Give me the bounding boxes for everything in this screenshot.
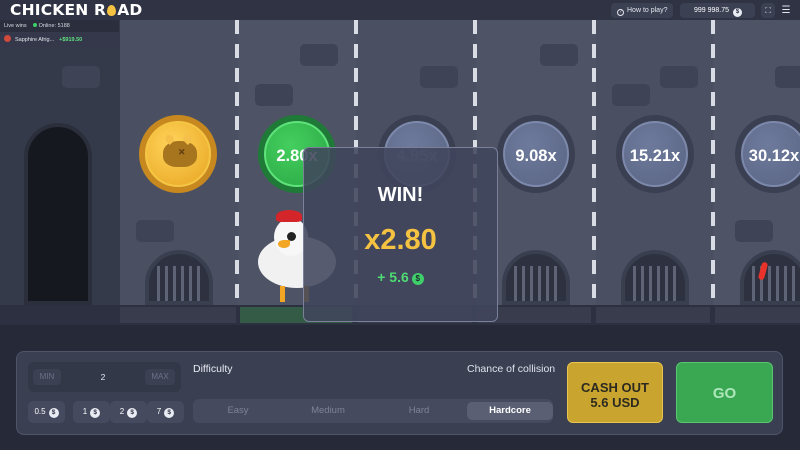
- top-bar: CHICKEN R AD ? How to play? 999 998.75 $ ⛶ …: [0, 0, 800, 20]
- live-win-entry[interactable]: Sapphire Afrig... +$919.50: [0, 33, 119, 47]
- wall-brick: [136, 220, 174, 242]
- avatar: [4, 35, 11, 42]
- wall-brick: [300, 44, 338, 66]
- start-building: [0, 20, 120, 325]
- win-amount: +$919.50: [59, 37, 83, 43]
- balance-display: 999 998.75 $: [680, 3, 755, 18]
- lane-divider: [711, 20, 715, 310]
- how-to-play-button[interactable]: ? How to play?: [611, 3, 673, 18]
- online-count: Online: 5188: [38, 23, 70, 29]
- menu-icon[interactable]: ☰: [779, 3, 793, 18]
- curb-tile: [596, 307, 710, 323]
- curb-tile: [715, 307, 800, 323]
- game-root: ✕ 2.80x 4.95x 9.08x 15.21x 30.12x: [0, 0, 800, 450]
- cash-out-button[interactable]: CASH OUT 5.6 USD: [567, 362, 663, 423]
- lane-divider: [592, 20, 596, 310]
- wall-brick: [540, 44, 578, 66]
- building-brick: [62, 66, 100, 88]
- egg-icon: [107, 5, 117, 16]
- bet-chip[interactable]: 1 $: [73, 401, 110, 423]
- difficulty-hardcore[interactable]: Hardcore: [467, 402, 553, 420]
- dollar-icon: $: [411, 273, 424, 285]
- difficulty-easy[interactable]: Easy: [195, 402, 281, 420]
- difficulty-medium[interactable]: Medium: [285, 402, 371, 420]
- coin-multiplier: 9.08x: [503, 121, 569, 187]
- player-name: Sapphire Afrig...: [15, 37, 55, 43]
- live-wins-bar: Live wins Online: 5188: [0, 20, 119, 32]
- start-doorway: [24, 123, 92, 305]
- wall-brick: [735, 220, 773, 242]
- lane-coin: 15.21x: [616, 115, 694, 193]
- wall-brick: [420, 66, 458, 88]
- dollar-icon: $: [164, 408, 175, 418]
- lane-coin-lost: ✕: [139, 115, 217, 193]
- win-popup: WIN! x2.80 + 5.6 $: [303, 147, 498, 322]
- wall-brick: [660, 66, 698, 88]
- bet-chip[interactable]: 0.5 $: [28, 401, 65, 423]
- win-payout: + 5.6 $: [304, 269, 497, 285]
- game-logo: CHICKEN R AD: [10, 1, 143, 19]
- coin-multiplier: 15.21x: [622, 121, 688, 187]
- coin-multiplier: 30.12x: [741, 121, 800, 187]
- dollar-icon: $: [127, 408, 138, 418]
- lane-divider: [235, 20, 239, 310]
- dead-chicken-icon: ✕: [163, 141, 197, 167]
- wall-brick: [255, 84, 293, 106]
- wall-brick: [612, 84, 650, 106]
- bet-amount-input[interactable]: 2: [78, 369, 128, 385]
- collision-chance-label: Chance of collision: [467, 363, 556, 375]
- online-dot-icon: [32, 23, 37, 27]
- lane-coin: 9.08x: [497, 115, 575, 193]
- min-bet-button[interactable]: MIN: [33, 369, 61, 385]
- difficulty-hard[interactable]: Hard: [376, 402, 462, 420]
- bet-chip[interactable]: 7 $: [147, 401, 184, 423]
- go-button[interactable]: GO: [676, 362, 773, 423]
- win-title: WIN!: [377, 184, 424, 206]
- balance-value: 999 998.75: [694, 7, 730, 14]
- wall-brick: [775, 66, 800, 88]
- dollar-icon: $: [90, 408, 101, 418]
- help-icon: ?: [617, 9, 624, 16]
- dollar-icon: $: [48, 408, 59, 418]
- dollar-icon: $: [733, 8, 743, 17]
- fullscreen-icon[interactable]: ⛶: [761, 3, 775, 18]
- difficulty-label: Difficulty: [193, 363, 233, 375]
- live-wins-label: Live wins: [4, 23, 27, 29]
- bet-chip[interactable]: 2 $: [110, 401, 147, 423]
- coin-face: ✕: [145, 121, 211, 187]
- win-multiplier: x2.80: [364, 224, 437, 256]
- max-bet-button[interactable]: MAX: [145, 369, 175, 385]
- curb-tile: [120, 307, 236, 323]
